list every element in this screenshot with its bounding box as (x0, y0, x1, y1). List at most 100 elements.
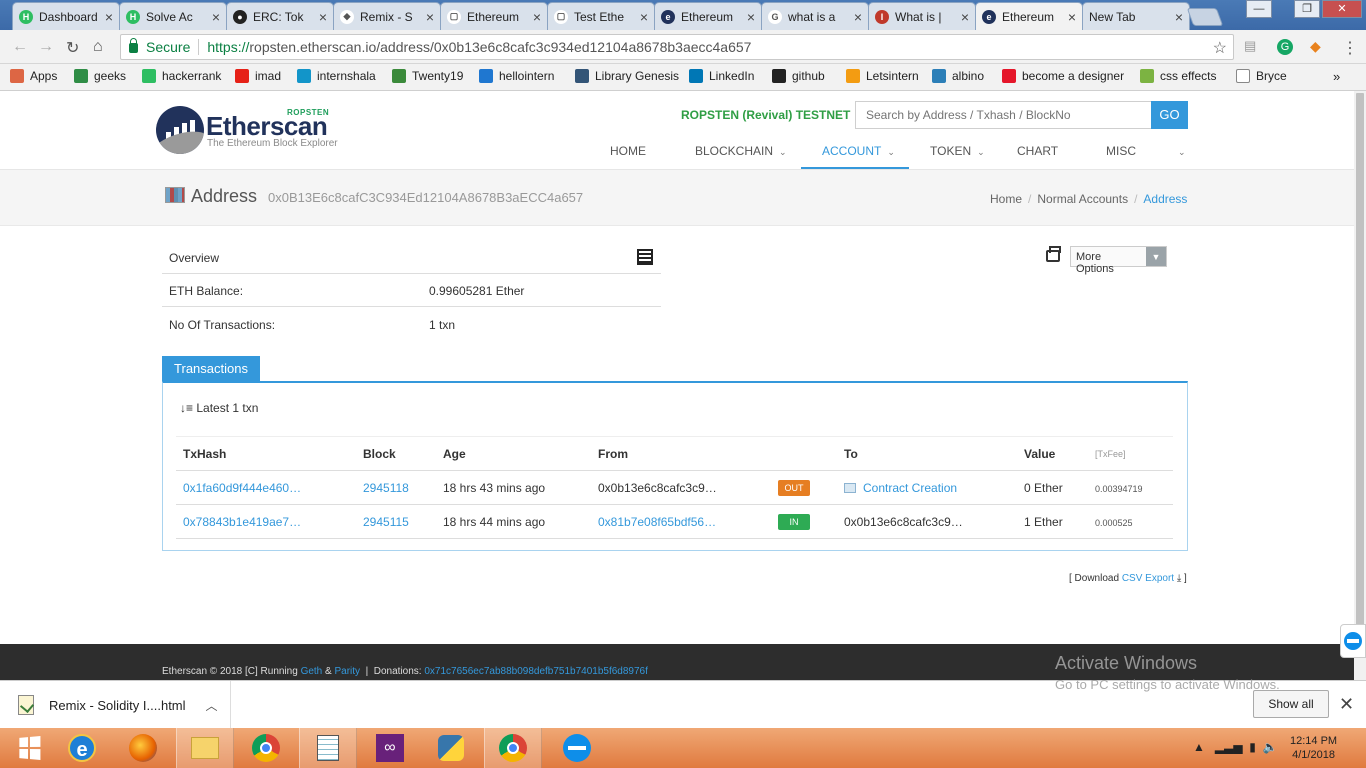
chrome-icon[interactable] (237, 728, 295, 768)
bookmarks-overflow-icon[interactable]: » (1333, 69, 1340, 84)
breadcrumb-normal-accounts[interactable]: Normal Accounts (1037, 192, 1128, 206)
bookmark-twenty19[interactable]: Twenty19 (392, 69, 463, 83)
more-options-dropdown[interactable]: More Options ▼ (1070, 246, 1167, 275)
minimize-icon[interactable]: — (1246, 0, 1272, 18)
bookmark-internshala[interactable]: internshala (297, 69, 376, 83)
txhash-link[interactable]: 0x1fa60d9f444e460… (183, 481, 301, 495)
bookmark-hellointern[interactable]: hellointern (479, 69, 554, 83)
tab-close-icon[interactable]: × (961, 9, 969, 25)
bookmark-hackerrank[interactable]: hackerrank (142, 69, 221, 83)
teamviewer-side-icon[interactable] (1340, 624, 1366, 658)
bookmark-star-icon[interactable]: ☆ (1213, 38, 1227, 58)
home-icon[interactable]: ⌂ (93, 38, 103, 56)
lock-icon (129, 38, 138, 53)
donation-address-link[interactable]: 0x71c7656ec7ab88b098defb751b7401b5f6d897… (424, 666, 648, 677)
browser-tab[interactable]: ▢ Ethereum × (440, 2, 548, 30)
chrome-menu-icon[interactable]: ⋮ (1342, 38, 1358, 58)
tab-close-icon[interactable]: × (747, 9, 755, 25)
nav-misc[interactable]: MISC ⌄ (1106, 144, 1186, 158)
visual-studio-icon[interactable]: ∞ (361, 728, 419, 768)
reload-icon[interactable]: ↻ (66, 38, 79, 58)
taskbar-clock[interactable]: 12:14 PM 4/1/2018 (1290, 734, 1337, 762)
nav-token[interactable]: TOKEN ⌄ (930, 144, 985, 158)
letsintern-icon (846, 69, 860, 83)
url-text[interactable]: https://ropsten.etherscan.io/address/0x0… (207, 39, 751, 55)
nav-blockchain[interactable]: BLOCKCHAIN ⌄ (695, 144, 787, 158)
overview-title: Overview (169, 251, 220, 265)
logo-tagline: The Ethereum Block Explorer (207, 138, 338, 149)
back-icon[interactable]: ← (12, 38, 28, 56)
start-button[interactable] (0, 728, 58, 768)
bookmark-albino[interactable]: albino (932, 69, 984, 83)
bookmark-become-a-designer[interactable]: become a designer (1002, 69, 1124, 83)
chrome-active-icon[interactable] (484, 728, 542, 768)
tab-close-icon[interactable]: × (1175, 9, 1183, 25)
browser-tab[interactable]: ◆ Remix - S × (333, 2, 441, 30)
bookmark-letsintern[interactable]: Letsintern (846, 69, 919, 83)
nav-chart[interactable]: CHART (1017, 144, 1058, 158)
restore-icon[interactable]: ❐ (1294, 0, 1320, 18)
tab-close-icon[interactable]: × (533, 9, 541, 25)
tab-close-icon[interactable]: × (640, 9, 648, 25)
geth-link[interactable]: Geth (301, 666, 323, 677)
browser-tab[interactable]: e Ethereum × (654, 2, 762, 30)
block-link[interactable]: 2945118 (363, 481, 409, 495)
block-link[interactable]: 2945115 (363, 515, 409, 529)
breadcrumb-home[interactable]: Home (990, 192, 1022, 206)
show-all-button[interactable]: Show all (1253, 690, 1329, 718)
from-address[interactable]: 0x81b7e08f65bdf56… (598, 515, 716, 529)
qr-code-icon[interactable] (637, 249, 653, 265)
parity-link[interactable]: Parity (334, 666, 360, 677)
close-window-icon[interactable]: ✕ (1322, 0, 1362, 18)
tab-close-icon[interactable]: × (212, 9, 220, 25)
bookmark-imad[interactable]: imad (235, 69, 281, 83)
bookmark-library-genesis[interactable]: Library Genesis (575, 69, 679, 83)
tab-close-icon[interactable]: × (426, 9, 434, 25)
tab-transactions[interactable]: Transactions (162, 356, 260, 382)
tab-close-icon[interactable]: × (854, 9, 862, 25)
txhash-link[interactable]: 0x78843b1e419ae7… (183, 515, 301, 529)
search-go-button[interactable]: GO (1151, 101, 1188, 129)
bookmark-geeks[interactable]: geeks (74, 69, 126, 83)
browser-tab[interactable]: Gwhat is a × (761, 2, 869, 30)
teamviewer-icon[interactable] (548, 728, 606, 768)
firefox-icon[interactable] (114, 728, 172, 768)
bookmark-css-effects[interactable]: css effects (1140, 69, 1216, 83)
metamask-extension-icon[interactable]: ◆ (1310, 38, 1321, 55)
close-icon[interactable]: ✕ (1339, 694, 1354, 715)
browser-tab[interactable]: ● ERC: Tok × (226, 2, 334, 30)
tab-close-icon[interactable]: × (105, 9, 113, 25)
browser-tab[interactable]: H Dashboard × (12, 2, 120, 30)
nav-account[interactable]: ACCOUNT ⌄ (822, 144, 895, 158)
pdf-extension-icon[interactable]: ▤ (1244, 38, 1256, 54)
bookmark-linkedin[interactable]: LinkedIn (689, 69, 754, 83)
bookmark-bryce[interactable]: Bryce (1236, 69, 1287, 83)
search-input[interactable] (855, 101, 1152, 129)
forward-icon[interactable]: → (38, 38, 54, 56)
file-explorer-icon[interactable] (176, 728, 234, 768)
chevron-up-icon[interactable]: ︿ (206, 697, 218, 714)
bookmark-apps[interactable]: Apps (10, 69, 57, 83)
secure-indicator[interactable]: Secure (129, 38, 190, 55)
system-tray[interactable]: ▲ ▂▃▅ ▮ 🔈 (1193, 740, 1278, 754)
bookmark-github[interactable]: github (772, 69, 825, 83)
new-tab-button[interactable] (1186, 8, 1224, 26)
browser-tab[interactable]: e Ethereum × (975, 2, 1083, 30)
download-item[interactable]: Remix - Solidity I....html ︿ (0, 681, 231, 729)
browser-tab[interactable]: I What is | × (868, 2, 976, 30)
browser-tab[interactable]: New Tab × (1082, 2, 1190, 30)
csv-export-link[interactable]: CSV Export (1122, 573, 1174, 584)
tab-close-icon[interactable]: × (319, 9, 327, 25)
url-bar[interactable]: Secure https://ropsten.etherscan.io/addr… (120, 34, 1234, 60)
python-icon[interactable] (422, 728, 480, 768)
grammarly-extension-icon[interactable]: G (1277, 39, 1293, 55)
internet-explorer-icon[interactable]: e (53, 728, 111, 768)
nav-home[interactable]: HOME (610, 144, 646, 158)
page-scrollbar[interactable] (1354, 91, 1366, 680)
to-address[interactable]: Contract Creation (863, 481, 957, 495)
tab-close-icon[interactable]: × (1068, 9, 1076, 25)
browser-tab[interactable]: ▢ Test Ethe × (547, 2, 655, 30)
print-icon[interactable] (1046, 246, 1061, 262)
browser-tab[interactable]: H Solve Ac × (119, 2, 227, 30)
notepad-icon[interactable] (299, 728, 357, 768)
